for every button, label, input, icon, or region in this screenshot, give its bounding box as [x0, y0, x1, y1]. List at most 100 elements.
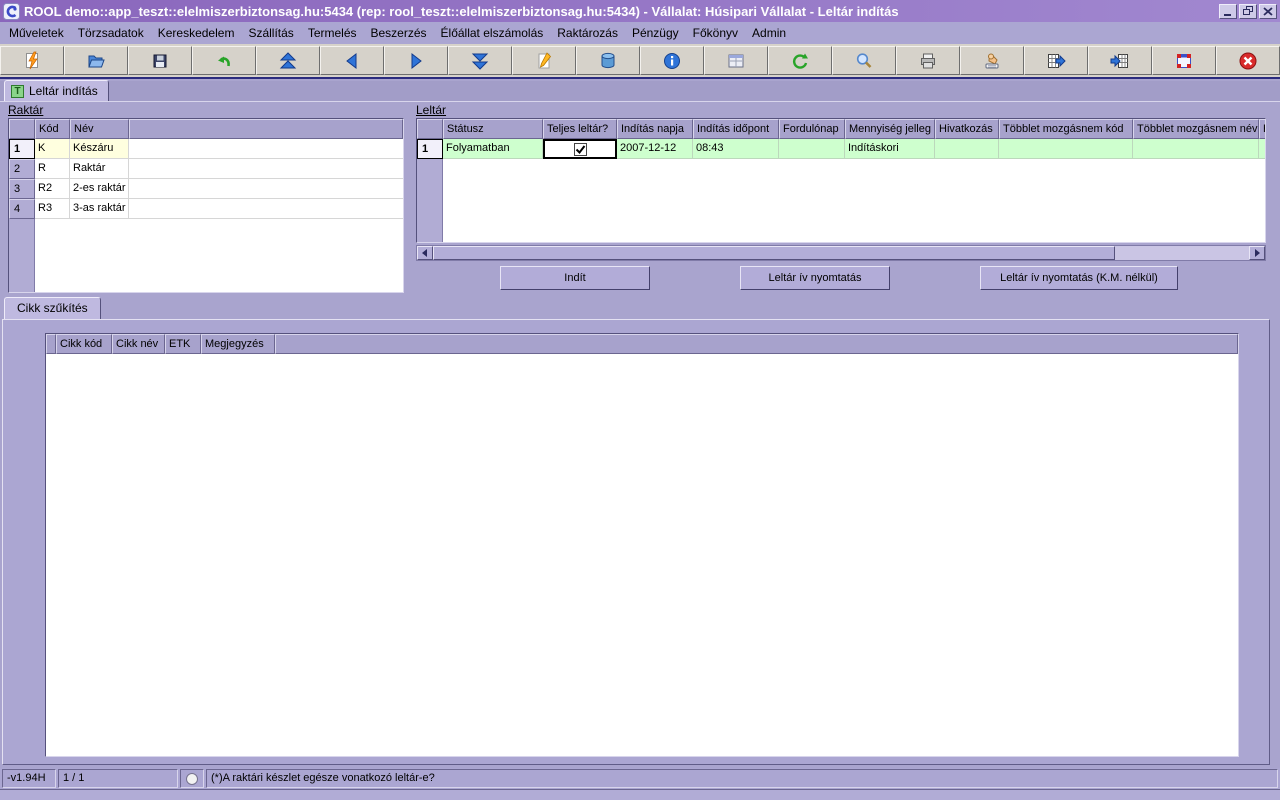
- tab-leltar-inditas[interactable]: T Leltár indítás: [4, 80, 109, 101]
- leltar-row-1[interactable]: 1 Folyamatban 2007-12-12 08:43 Indításko…: [417, 139, 1265, 159]
- raktar-row-number[interactable]: 4: [9, 199, 35, 219]
- leltar-corner-header[interactable]: [417, 119, 443, 139]
- toolbar-button-info[interactable]: [640, 46, 704, 75]
- toolbar-button-refresh[interactable]: [768, 46, 832, 75]
- toolbar-button-undo[interactable]: [192, 46, 256, 75]
- cikk-column-header-cikk-kod[interactable]: Cikk kód: [56, 334, 112, 354]
- leltar-row-number[interactable]: 1: [417, 139, 443, 159]
- leltar-iv-nyomtatas-km-nelkul-button[interactable]: Leltár ív nyomtatás (K.M. nélkül): [980, 266, 1178, 290]
- tab-cikk-szukites[interactable]: Cikk szűkítés: [4, 297, 101, 319]
- toolbar-button-print[interactable]: [896, 46, 960, 75]
- menu-item-beszerzes[interactable]: Beszerzés: [364, 23, 434, 43]
- cikk-corner-header[interactable]: [46, 334, 56, 354]
- indit-button[interactable]: Indít: [500, 266, 650, 290]
- cikk-column-header-cikk-nev[interactable]: Cikk név: [112, 334, 165, 354]
- menu-item-termeles[interactable]: Termelés: [301, 23, 364, 43]
- menu-item-penzugy[interactable]: Pénzügy: [625, 23, 686, 43]
- raktar-cell-kod[interactable]: R2: [35, 179, 70, 199]
- scrollbar-thumb[interactable]: [433, 246, 1115, 260]
- menu-item-admin[interactable]: Admin: [745, 23, 793, 43]
- leltar-cell-teljes-leltar[interactable]: [543, 139, 617, 159]
- raktar-column-header-nev[interactable]: Név: [70, 119, 129, 139]
- raktar-row-4[interactable]: 4 R3 3-as raktár: [9, 199, 403, 219]
- toolbar-button-next[interactable]: [384, 46, 448, 75]
- toolbar-button-exit[interactable]: [1216, 46, 1280, 75]
- raktar-cell-nev[interactable]: Raktár: [70, 159, 129, 179]
- raktar-cell-kod[interactable]: K: [35, 139, 70, 159]
- raktar-row-1[interactable]: 1 K Készáru: [9, 139, 403, 159]
- cikk-table: Cikk kód Cikk név ETK Megjegyzés: [45, 333, 1239, 757]
- leltar-cell-tobblet-mozgasnem-nev[interactable]: [1133, 139, 1259, 159]
- leltar-cell-inditas-napja[interactable]: 2007-12-12: [617, 139, 693, 159]
- raktar-cell-nev[interactable]: Készáru: [70, 139, 129, 159]
- leltar-column-header-inditas-idopont[interactable]: Indítás időpont: [693, 119, 779, 139]
- raktar-row-number[interactable]: 3: [9, 179, 35, 199]
- leltar-cell-statusz[interactable]: Folyamatban: [443, 139, 543, 159]
- toolbar-button-database[interactable]: [576, 46, 640, 75]
- close-button[interactable]: [1259, 4, 1277, 19]
- leltar-cell-clipped[interactable]: [1259, 139, 1266, 159]
- raktar-corner-header[interactable]: [9, 119, 35, 139]
- scrollbar-track[interactable]: [1115, 246, 1249, 260]
- scroll-right-arrow[interactable]: [1249, 246, 1265, 260]
- raktar-cell-nev[interactable]: 2-es raktár: [70, 179, 129, 199]
- leltar-iv-nyomtatas-button[interactable]: Leltár ív nyomtatás: [740, 266, 890, 290]
- raktar-row-3[interactable]: 3 R2 2-es raktár: [9, 179, 403, 199]
- toolbar: [0, 44, 1280, 79]
- raktar-cell-nev[interactable]: 3-as raktár: [70, 199, 129, 219]
- toolbar-button-form-window[interactable]: [704, 46, 768, 75]
- save-icon: [150, 51, 170, 71]
- toolbar-button-screen[interactable]: [1152, 46, 1216, 75]
- leltar-column-header-clipped[interactable]: Hi: [1259, 119, 1266, 139]
- leltar-column-header-hivatkozas[interactable]: Hivatkozás: [935, 119, 999, 139]
- toolbar-button-scroll-top[interactable]: [256, 46, 320, 75]
- print-icon: [918, 51, 938, 71]
- toolbar-button-edit[interactable]: [512, 46, 576, 75]
- scroll-left-arrow[interactable]: [417, 246, 433, 260]
- menu-item-raktarozas[interactable]: Raktározás: [550, 23, 625, 43]
- leltar-column-header-tobblet-mozgasnem-nev[interactable]: Többlet mozgásnem név: [1133, 119, 1259, 139]
- leltar-horizontal-scrollbar[interactable]: [416, 245, 1266, 261]
- restore-button[interactable]: [1239, 4, 1257, 19]
- restore-icon: [1243, 6, 1254, 16]
- title-bar: ROOL demo::app_teszt::elelmiszerbiztonsa…: [0, 0, 1280, 22]
- toolbar-button-document-lightning[interactable]: [0, 46, 64, 75]
- menu-item-fokonyv[interactable]: Főkönyv: [686, 23, 745, 43]
- edit-pencil-icon: [534, 51, 554, 71]
- leltar-column-header-tobblet-mozgasnem-kod[interactable]: Többlet mozgásnem kód: [999, 119, 1133, 139]
- raktar-row-number[interactable]: 2: [9, 159, 35, 179]
- leltar-cell-fordulonap[interactable]: [779, 139, 845, 159]
- minimize-button[interactable]: [1219, 4, 1237, 19]
- leltar-column-header-teljes-leltar[interactable]: Teljes leltár?: [543, 119, 617, 139]
- menu-item-eloallat-elszamolas[interactable]: Élőállat elszámolás: [434, 23, 551, 43]
- leltar-column-header-statusz[interactable]: Státusz: [443, 119, 543, 139]
- menu-item-torzsadatok[interactable]: Törzsadatok: [71, 23, 151, 43]
- toolbar-button-import-table[interactable]: [1088, 46, 1152, 75]
- teljes-leltar-checkbox[interactable]: [574, 143, 587, 156]
- menu-item-szallitas[interactable]: Szállítás: [241, 23, 300, 43]
- leltar-column-header-mennyiseg-jelleg[interactable]: Mennyiség jelleg: [845, 119, 935, 139]
- cikk-column-header-etk[interactable]: ETK: [165, 334, 201, 354]
- menu-item-muveletek[interactable]: Műveletek: [2, 23, 71, 43]
- raktar-cell-kod[interactable]: R: [35, 159, 70, 179]
- toolbar-button-previous[interactable]: [320, 46, 384, 75]
- leltar-cell-inditas-idopont[interactable]: 08:43: [693, 139, 779, 159]
- leltar-cell-mennyiseg-jelleg[interactable]: Indításkori: [845, 139, 935, 159]
- leltar-cell-hivatkozas[interactable]: [935, 139, 999, 159]
- toolbar-button-scroll-bottom[interactable]: [448, 46, 512, 75]
- raktar-row-2[interactable]: 2 R Raktár: [9, 159, 403, 179]
- toolbar-button-save[interactable]: [128, 46, 192, 75]
- leltar-column-header-inditas-napja[interactable]: Indítás napja: [617, 119, 693, 139]
- cikk-column-header-megjegyzes[interactable]: Megjegyzés: [201, 334, 275, 354]
- menu-item-kereskedelem[interactable]: Kereskedelem: [151, 23, 242, 43]
- leltar-column-header-fordulonap[interactable]: Fordulónap: [779, 119, 845, 139]
- toolbar-button-search[interactable]: [832, 46, 896, 75]
- leltar-cell-tobblet-mozgasnem-kod[interactable]: [999, 139, 1133, 159]
- raktar-cell-kod[interactable]: R3: [35, 199, 70, 219]
- raktar-row-number[interactable]: 1: [9, 139, 35, 159]
- toolbar-button-open[interactable]: [64, 46, 128, 75]
- toolbar-button-export-table[interactable]: [1024, 46, 1088, 75]
- database-icon: [598, 51, 618, 71]
- toolbar-button-manual-input[interactable]: [960, 46, 1024, 75]
- raktar-column-header-kod[interactable]: Kód: [35, 119, 70, 139]
